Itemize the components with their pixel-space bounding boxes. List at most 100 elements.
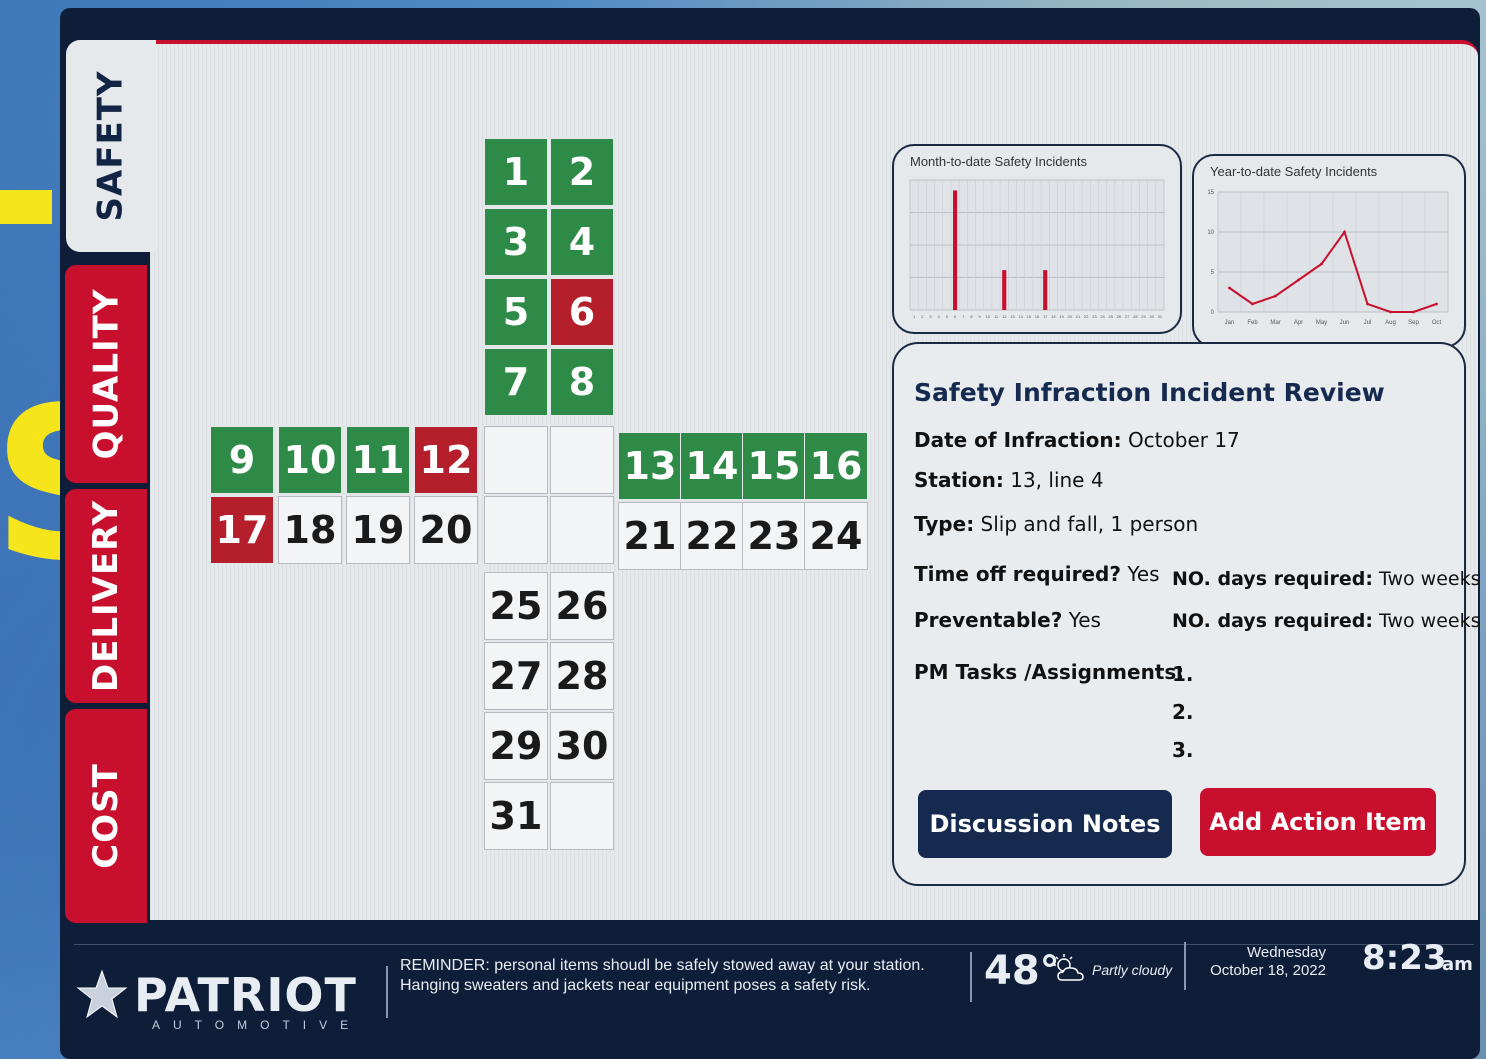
- calendar-day-3[interactable]: 3: [484, 208, 548, 276]
- calendar-day-25[interactable]: 25: [484, 572, 548, 640]
- tab-delivery[interactable]: DELIVERY: [62, 486, 150, 706]
- date-label: Date of Infraction:: [914, 428, 1122, 452]
- calendar-day-12[interactable]: 12: [414, 426, 478, 494]
- incident-review-card: Safety Infraction Incident Review Date o…: [892, 342, 1481, 886]
- month-chart-tick-15: 15: [1027, 314, 1032, 319]
- year-chart-point-Mar: [1274, 294, 1277, 298]
- year-chart-ytick-5: 5: [1211, 270, 1215, 276]
- month-chart-tick-10: 10: [986, 314, 991, 319]
- year-chart-tick-Sep: Sep: [1408, 320, 1419, 326]
- calendar-empty-cell[interactable]: [484, 426, 548, 494]
- calendar-day-7[interactable]: 7: [484, 348, 548, 416]
- month-chart-tick-4: 4: [938, 314, 941, 319]
- days-required-label-2: NO. days required:: [1172, 610, 1373, 632]
- calendar-empty-cell[interactable]: [484, 496, 548, 564]
- month-chart-tick-31: 31: [1158, 314, 1163, 319]
- month-chart-tick-18: 18: [1051, 314, 1056, 319]
- tab-delivery-label: DELIVERY: [86, 499, 126, 693]
- calendar-day-5[interactable]: 5: [484, 278, 548, 346]
- calendar-day-18[interactable]: 18: [278, 496, 342, 564]
- footer-separator-1: [386, 966, 388, 1018]
- calendar-day-31[interactable]: 31: [484, 782, 548, 850]
- yellow-accent-bar: [0, 190, 52, 224]
- pm-tasks-label: PM Tasks /Assignments:: [914, 660, 1185, 684]
- year-chart-point-Sep: [1412, 310, 1415, 314]
- calendar-day-2[interactable]: 2: [550, 138, 614, 206]
- calendar-day-1[interactable]: 1: [484, 138, 548, 206]
- task-item-2: 2.: [1172, 700, 1194, 724]
- calendar-day-6[interactable]: 6: [550, 278, 614, 346]
- tab-cost[interactable]: COST: [62, 706, 150, 926]
- calendar-day-11[interactable]: 11: [346, 426, 410, 494]
- year-chart-point-Jul: [1366, 302, 1369, 306]
- discussion-notes-button[interactable]: Discussion Notes: [918, 790, 1172, 858]
- calendar-day-15[interactable]: 15: [742, 432, 806, 500]
- reminder-message: REMINDER: personal items shoudl be safel…: [400, 957, 925, 994]
- calendar-empty-cell[interactable]: [550, 426, 614, 494]
- month-chart-tick-12: 12: [1002, 314, 1007, 319]
- tab-quality[interactable]: QUALITY: [62, 262, 150, 486]
- tab-cost-label: COST: [86, 763, 127, 869]
- weather-condition: Partly cloudy: [1092, 962, 1173, 978]
- month-chart-tick-29: 29: [1141, 314, 1146, 319]
- brand-subtitle: AUTOMOTIVE: [152, 1018, 362, 1032]
- month-chart-tick-13: 13: [1010, 314, 1015, 319]
- month-chart-tick-28: 28: [1133, 314, 1138, 319]
- year-chart: Jan Feb Mar Apr May Jun Jul Aug Sep Oct 0 5 10 15: [1207, 190, 1449, 326]
- add-action-item-button[interactable]: Add Action Item: [1200, 788, 1436, 856]
- calendar-day-10[interactable]: 10: [278, 426, 342, 494]
- calendar-day-30[interactable]: 30: [550, 712, 614, 780]
- year-chart-card: Year-to-date Safety Incidents Jan Feb Mar A…: [1192, 154, 1466, 348]
- calendar-day-20[interactable]: 20: [414, 496, 478, 564]
- timeoff-label: Time off required?: [914, 562, 1121, 586]
- type-value: Slip and fall, 1 person: [980, 512, 1199, 536]
- brand-name: PATRIOT: [134, 968, 357, 1022]
- calendar-day-19[interactable]: 19: [346, 496, 410, 564]
- year-chart-point-Apr: [1297, 278, 1300, 282]
- calendar-day-26[interactable]: 26: [550, 572, 614, 640]
- month-chart-bar-12: [1002, 270, 1007, 310]
- year-chart-point-Feb: [1251, 302, 1254, 306]
- month-chart-tick-16: 16: [1035, 314, 1040, 319]
- calendar-day-13[interactable]: 13: [618, 432, 682, 500]
- partly-cloudy-icon: [1053, 954, 1084, 981]
- temperature: 48°: [984, 948, 1060, 994]
- year-chart-tick-Apr: Apr: [1294, 320, 1303, 326]
- calendar-day-24[interactable]: 24: [804, 502, 868, 570]
- timeoff-value: Yes: [1127, 562, 1160, 586]
- calendar-day-22[interactable]: 22: [680, 502, 744, 570]
- calendar-day-29[interactable]: 29: [484, 712, 548, 780]
- calendar-day-14[interactable]: 14: [680, 432, 744, 500]
- brand-logo: PATRIOT: [76, 968, 357, 1022]
- calendar-day-16[interactable]: 16: [804, 432, 868, 500]
- month-chart-tick-5: 5: [946, 314, 949, 319]
- calendar-day-9[interactable]: 9: [210, 426, 274, 494]
- month-chart-tick-19: 19: [1059, 314, 1064, 319]
- date-display: October 18, 2022: [1210, 962, 1326, 979]
- year-chart-tick-Feb: Feb: [1247, 320, 1258, 326]
- calendar-day-23[interactable]: 23: [742, 502, 806, 570]
- days-required-label-1: NO. days required:: [1172, 568, 1373, 590]
- calendar-day-4[interactable]: 4: [550, 208, 614, 276]
- month-chart-tick-27: 27: [1125, 314, 1130, 319]
- calendar-day-21[interactable]: 21: [618, 502, 682, 570]
- calendar-day-28[interactable]: 28: [550, 642, 614, 710]
- tab-safety[interactable]: SAFETY: [66, 40, 156, 252]
- year-chart-tick-Mar: Mar: [1270, 320, 1280, 326]
- month-chart-tick-6: 6: [954, 314, 957, 319]
- date-value: October 17: [1127, 428, 1240, 452]
- month-chart-tick-14: 14: [1018, 314, 1023, 319]
- year-chart-point-May: [1320, 262, 1323, 266]
- month-chart-tick-8: 8: [970, 314, 973, 319]
- tab-safety-label: SAFETY: [91, 70, 132, 222]
- calendar-day-27[interactable]: 27: [484, 642, 548, 710]
- calendar-empty-cell[interactable]: [550, 496, 614, 564]
- calendar-empty-cell[interactable]: [550, 782, 614, 850]
- footer-separator-2: [970, 952, 972, 1002]
- calendar-day-17[interactable]: 17: [210, 496, 274, 564]
- month-chart-card: Month-to-date Safety Incidents 123456789…: [892, 144, 1182, 334]
- station-value: 13, line 4: [1010, 468, 1104, 492]
- month-chart-tick-9: 9: [979, 314, 982, 319]
- month-chart-tick-7: 7: [962, 314, 965, 319]
- calendar-day-8[interactable]: 8: [550, 348, 614, 416]
